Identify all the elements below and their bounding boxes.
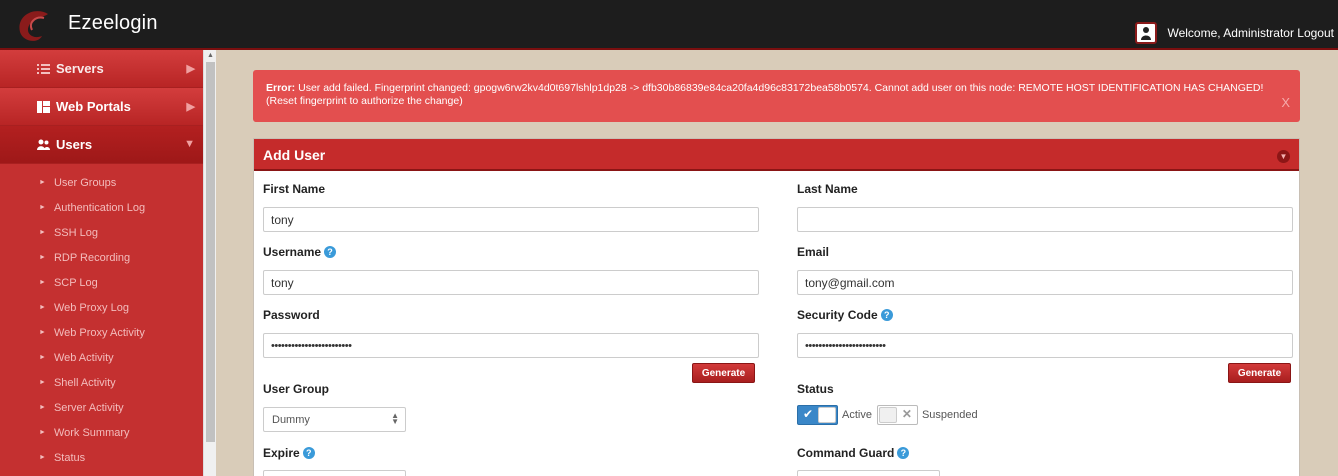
sidebar-scrollbar[interactable]: ▲	[203, 50, 216, 476]
caret-right-icon: ►	[39, 204, 46, 211]
email-input[interactable]: tony@gmail.com	[797, 270, 1293, 295]
caret-right-icon: ►	[39, 254, 46, 261]
scroll-up-arrow-icon[interactable]: ▲	[207, 52, 214, 59]
caret-right-icon: ►	[39, 179, 46, 186]
sidebar-subitem-user-groups[interactable]: ► User Groups	[0, 170, 203, 195]
password-input[interactable]: ••••••••••••••••••••••••	[263, 333, 759, 358]
caret-right-icon: ►	[39, 404, 46, 411]
command-guard-label: Command Guard?	[797, 446, 910, 460]
chevron-right-icon: ▶	[186, 63, 195, 75]
expire-label: Expire?	[263, 446, 315, 460]
sidebar-subitem-ssh-log[interactable]: ► SSH Log	[0, 220, 203, 245]
sidebar-subitem-server-activity[interactable]: ► Server Activity	[0, 395, 203, 420]
x-icon: ✕	[901, 407, 912, 421]
generate-security-code-button[interactable]: Generate	[1228, 363, 1291, 383]
welcome-logout-link[interactable]: Welcome, Administrator Logout	[1167, 26, 1334, 40]
main-content: Error: User add failed. Fingerprint chan…	[216, 50, 1338, 476]
collapse-panel-icon[interactable]: ▼	[1277, 150, 1290, 163]
chevron-down-icon: ▼	[184, 138, 195, 150]
username-label: Username?	[263, 245, 337, 259]
error-prefix: Error:	[266, 82, 296, 94]
active-toggle[interactable]: ✔	[797, 405, 838, 425]
security-code-label: Security Code?	[797, 308, 893, 322]
expire-input[interactable]	[263, 470, 406, 476]
sidebar-subitem-shell-activity[interactable]: ► Shell Activity	[0, 370, 203, 395]
sidebar-item-label: Servers	[56, 61, 104, 76]
caret-right-icon: ►	[39, 279, 46, 286]
sidebar-item-web-portals[interactable]: Web Portals ▶	[0, 88, 203, 126]
help-icon[interactable]: ?	[897, 447, 910, 459]
sidebar: Servers ▶ Web Portals ▶ Users ▼ ► User Gr…	[0, 50, 203, 476]
error-alert: Error: User add failed. Fingerprint chan…	[253, 70, 1300, 122]
username-input[interactable]: tony	[263, 270, 759, 295]
caret-right-icon: ►	[39, 229, 46, 236]
help-icon[interactable]: ?	[324, 246, 337, 258]
sidebar-subitem-web-activity[interactable]: ► Web Activity	[0, 345, 203, 370]
user-group-label: User Group	[263, 382, 330, 396]
suspended-toggle[interactable]: ✕	[876, 405, 918, 425]
last-name-input[interactable]	[797, 207, 1293, 232]
sidebar-subitem-work-summary[interactable]: ► Work Summary	[0, 420, 203, 445]
security-code-input[interactable]: ••••••••••••••••••••••••	[797, 333, 1293, 358]
status-toggles: ✔ Active ✕ Suspended	[797, 405, 983, 425]
sidebar-subitem-web-proxy-log[interactable]: ► Web Proxy Log	[0, 295, 203, 320]
dashboard-icon	[37, 101, 50, 113]
chevron-right-icon: ▶	[186, 101, 195, 113]
sidebar-subitem-scp-log[interactable]: ► SCP Log	[0, 270, 203, 295]
caret-right-icon: ►	[39, 454, 46, 461]
suspended-label: Suspended	[921, 409, 978, 421]
help-icon[interactable]: ?	[880, 309, 893, 321]
user-menu[interactable]: Welcome, Administrator Logout	[1135, 18, 1338, 48]
first-name-label: First Name	[263, 182, 326, 196]
caret-right-icon: ►	[39, 379, 46, 386]
active-label: Active	[842, 409, 872, 421]
caret-right-icon: ►	[39, 429, 46, 436]
password-label: Password	[263, 308, 320, 322]
caret-right-icon: ►	[39, 304, 46, 311]
panel-title: Add User	[263, 147, 326, 163]
check-icon: ✔	[803, 407, 814, 421]
help-icon[interactable]: ?	[302, 447, 315, 459]
generate-password-button[interactable]: Generate	[692, 363, 755, 383]
sidebar-item-label: Users	[56, 137, 93, 152]
select-arrows-icon: ▲ ▼	[391, 411, 399, 426]
add-user-panel: Add User ▼ First Name tony Username? ton…	[253, 138, 1300, 476]
scrollbar-thumb[interactable]	[206, 62, 215, 442]
user-group-select[interactable]: Dummy ▲ ▼	[263, 407, 406, 432]
app-brand[interactable]: Ezeelogin	[68, 12, 158, 35]
user-avatar-icon	[1135, 22, 1158, 44]
email-label: Email	[797, 245, 830, 259]
top-bar: Ezeelogin Welcome, Administrator Logout	[0, 0, 1338, 50]
close-alert-button[interactable]: X	[1281, 96, 1290, 109]
caret-right-icon: ►	[39, 354, 46, 361]
sidebar-subitem-status[interactable]: ► Status	[0, 445, 203, 470]
panel-header: Add User ▼	[254, 139, 1299, 171]
caret-right-icon: ►	[39, 329, 46, 336]
status-label: Status	[797, 382, 834, 396]
error-message: User add failed. Fingerprint changed: gp…	[295, 82, 1264, 94]
sidebar-item-servers[interactable]: Servers ▶	[0, 50, 203, 88]
sidebar-item-label: Web Portals	[56, 99, 131, 114]
users-icon	[37, 139, 50, 150]
first-name-input[interactable]: tony	[263, 207, 759, 232]
sidebar-subitem-authentication-log[interactable]: ► Authentication Log	[0, 195, 203, 220]
command-guard-select[interactable]	[797, 470, 940, 476]
last-name-label: Last Name	[797, 182, 858, 196]
ezeelogin-logo-icon	[19, 11, 48, 41]
users-submenu: ► User Groups ► Authentication Log ► SSH Lo…	[0, 164, 203, 470]
list-icon	[37, 64, 50, 74]
sidebar-subitem-rdp-recording[interactable]: ► RDP Recording	[0, 245, 203, 270]
sidebar-subitem-web-proxy-activity[interactable]: ► Web Proxy Activity	[0, 320, 203, 345]
error-message-hint: (Reset fingerprint to authorize the chan…	[266, 95, 463, 107]
sidebar-item-users[interactable]: Users ▼	[0, 126, 203, 164]
